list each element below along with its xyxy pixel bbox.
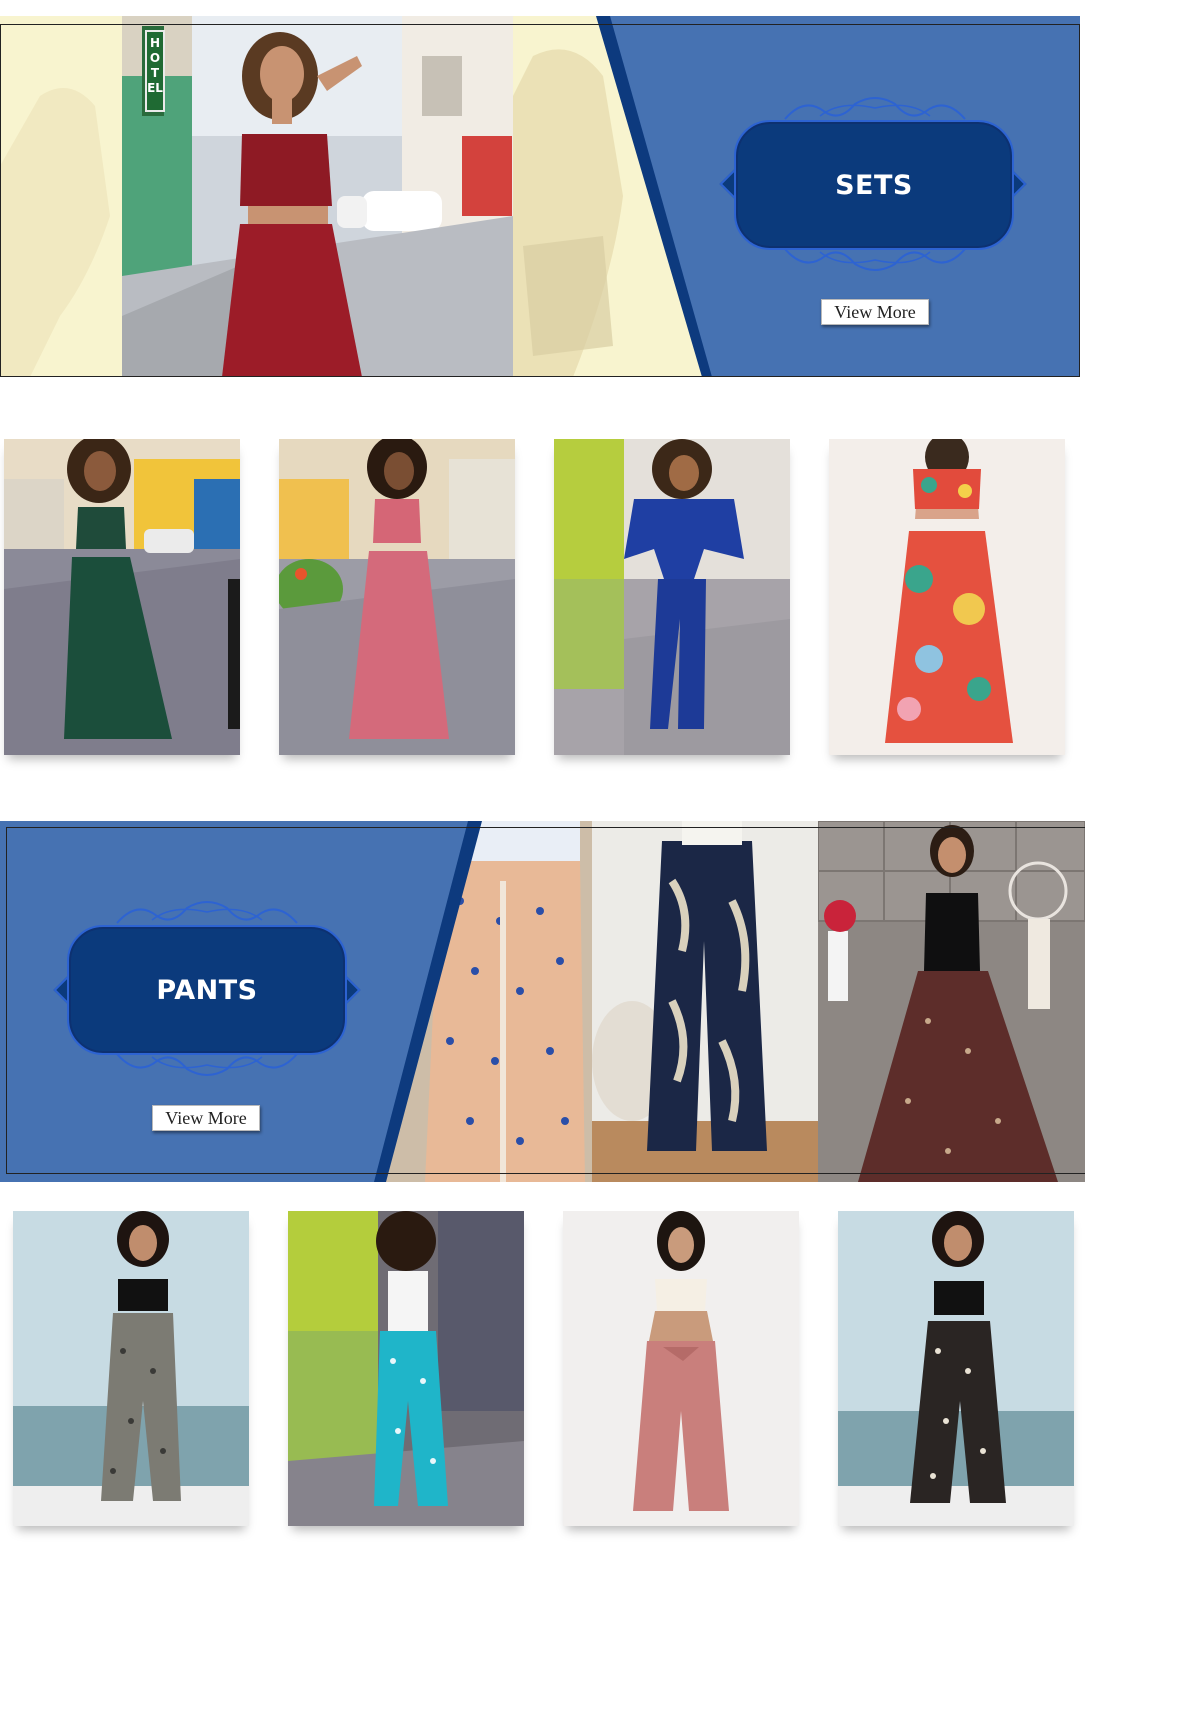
product-card-grey-pants[interactable] (13, 1211, 249, 1526)
pants-title-box: PANTS (67, 925, 347, 1055)
product-card-pink-pants[interactable] (563, 1211, 799, 1526)
sets-banner: HOTEL SETS View More (0, 16, 1080, 377)
sets-title-box: SETS (734, 120, 1014, 250)
product-card-black-print-pants[interactable] (838, 1211, 1074, 1526)
sets-title: SETS (835, 169, 913, 201)
product-card-green-set[interactable] (4, 439, 240, 755)
pants-title: PANTS (156, 974, 258, 1006)
product-card-turquoise-pants[interactable] (288, 1211, 524, 1526)
pants-photo-palm (592, 821, 818, 1182)
pants-view-more-button[interactable]: View More (152, 1105, 260, 1131)
hotel-sign-text: HOTEL (147, 36, 163, 95)
sets-view-more-button[interactable]: View More (821, 299, 929, 325)
ornament-bottom-icon (784, 248, 966, 271)
ornament-bottom-icon (116, 1053, 298, 1076)
product-card-pink-set[interactable] (279, 439, 515, 755)
hero-sets-photo: HOTEL (122, 16, 513, 377)
pants-banner: PANTS View More (0, 821, 1085, 1182)
product-card-blue-set[interactable] (554, 439, 790, 755)
product-card-tropical-set[interactable] (829, 439, 1065, 755)
hotel-sign: HOTEL (145, 30, 165, 112)
ornament-top-icon (116, 901, 298, 924)
pants-photo-palazzo (818, 821, 1085, 1182)
faded-model-image (0, 16, 122, 377)
